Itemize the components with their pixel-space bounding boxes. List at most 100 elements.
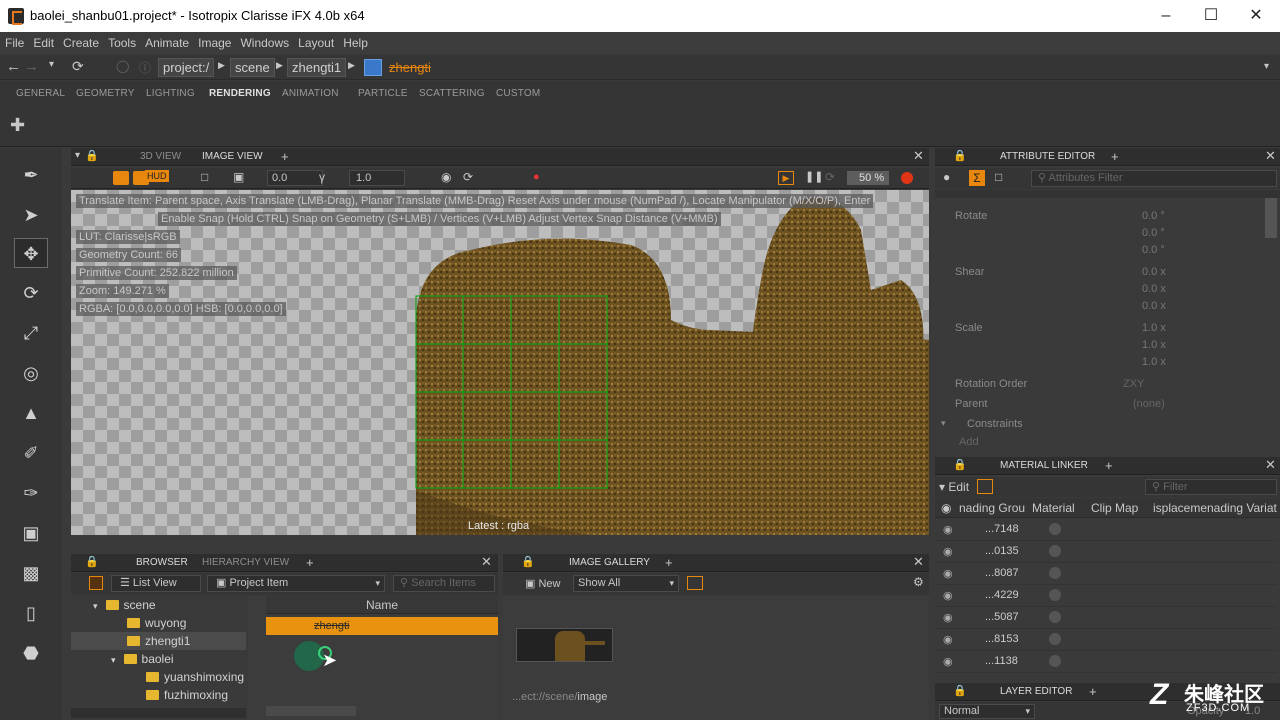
maximize-icon[interactable]: ☐ <box>1201 6 1221 26</box>
eye-icon[interactable]: ◉ <box>943 611 953 624</box>
menu-file[interactable]: File <box>0 32 28 52</box>
tree-scrollbar[interactable] <box>71 708 246 718</box>
exposure-field[interactable]: 0.0 <box>267 170 323 186</box>
eye-icon[interactable]: ◉ <box>943 633 953 646</box>
scale-tool-icon[interactable]: ⤢ <box>14 318 48 348</box>
rotate-tool-icon[interactable]: ⟳ <box>14 278 48 308</box>
search-input[interactable]: ⚲ Search Items <box>393 575 495 592</box>
linker-row[interactable]: ◉ ...4229 <box>937 585 1277 607</box>
new-image-button[interactable]: ▣ New <box>525 577 560 590</box>
select-tool-icon[interactable]: ➤ <box>14 200 48 230</box>
attribute-splitter[interactable] <box>935 190 1280 198</box>
shelf-grip-icon[interactable]: ✚ <box>10 115 25 136</box>
color-channels-icon[interactable]: ● <box>533 171 540 183</box>
column-displacement[interactable]: isplaceme <box>1153 501 1207 515</box>
linker-mode-icon[interactable] <box>977 479 993 494</box>
list-item-zhengti[interactable]: zhengti <box>266 617 498 635</box>
view-mode-select[interactable]: ☰ List View <box>111 575 201 592</box>
eye-icon[interactable]: ◉ <box>943 655 953 668</box>
tab-custom[interactable]: CUSTOM <box>496 88 540 99</box>
panel-menu-icon[interactable]: ▾ <box>75 150 80 161</box>
hud-toggle[interactable]: HUD <box>145 170 169 182</box>
add-tab-icon[interactable]: + <box>281 149 289 164</box>
tab-browser[interactable]: BROWSER <box>136 557 188 568</box>
address-dropdown-icon[interactable]: ▾ <box>1264 61 1269 72</box>
shear-x-field[interactable]: 0.0 x <box>1142 266 1166 278</box>
history-dropdown-icon[interactable]: ▾ <box>49 59 54 70</box>
panel-close-icon[interactable]: ✕ <box>1265 148 1276 164</box>
show-filter-select[interactable]: Show All ▾ <box>573 575 679 592</box>
history-icon[interactable]: ⟳ <box>463 170 473 184</box>
image-viewport[interactable]: Translate Item: Parent space, Axis Trans… <box>71 190 929 535</box>
tab-scattering[interactable]: SCATTERING <box>419 88 485 99</box>
material-dot-icon[interactable] <box>1049 633 1061 645</box>
minimize-icon[interactable]: – <box>1156 6 1176 26</box>
close-icon[interactable]: ✕ <box>1246 6 1266 26</box>
stamp-tool-icon[interactable]: ▲ <box>14 398 48 428</box>
add-tab-icon[interactable]: + <box>1105 458 1113 473</box>
edit-menu[interactable]: ▾ Edit <box>939 480 969 494</box>
eye-icon[interactable]: ◉ <box>943 523 953 536</box>
image-thumbnail[interactable] <box>516 628 613 662</box>
linker-row[interactable]: ◉ ...1138 <box>937 651 1277 673</box>
eye-icon[interactable]: ◉ <box>943 567 953 580</box>
eye-icon[interactable]: ◉ <box>943 589 953 602</box>
add-constraint-field[interactable]: Add <box>959 436 979 448</box>
filter-select[interactable]: ▣ Project Item ▾ <box>207 575 385 592</box>
eyedropper-tool-icon[interactable]: ✒ <box>14 160 48 190</box>
menu-tools[interactable]: Tools <box>103 32 140 52</box>
attributes-filter-input[interactable]: ⚲ Attributes Filter <box>1031 170 1277 187</box>
material-dot-icon[interactable] <box>1049 611 1061 623</box>
lock-icon[interactable]: ◯ <box>116 59 129 73</box>
column-material[interactable]: Material <box>1032 501 1075 515</box>
linker-row[interactable]: ◉ ...0135 <box>937 541 1277 563</box>
menu-image[interactable]: Image <box>193 32 235 52</box>
blend-mode-select[interactable]: Normal ▾ <box>939 704 1035 719</box>
menu-layout[interactable]: Layout <box>293 32 338 52</box>
render-toggle-icon[interactable] <box>113 171 129 185</box>
panel-lock-icon[interactable]: 🔒 <box>521 555 535 568</box>
zoom-field[interactable]: 50 % <box>847 171 889 185</box>
current-item-label[interactable]: zhengti <box>389 60 431 75</box>
panel-close-icon[interactable]: ✕ <box>913 554 924 570</box>
add-tab-icon[interactable]: + <box>665 555 673 570</box>
restart-icon[interactable]: ⟳ <box>825 170 835 184</box>
panel-lock-icon[interactable]: 🔒 <box>85 555 99 568</box>
manipulator-grid[interactable] <box>415 295 615 495</box>
menu-animate[interactable]: Animate <box>140 32 193 52</box>
render-region-tool-icon[interactable]: ⬣ <box>14 638 48 668</box>
material-dot-icon[interactable] <box>1049 589 1061 601</box>
paint-tool-icon[interactable]: ✐ <box>14 438 48 468</box>
breadcrumb-scene[interactable]: scene <box>230 58 275 77</box>
eye-icon[interactable]: ◉ <box>943 545 953 558</box>
fit-tool-icon[interactable]: ▩ <box>14 558 48 588</box>
tree-item-baolei[interactable]: ▾ baolei <box>111 650 174 668</box>
display-icon[interactable]: □ <box>201 170 208 184</box>
exposure-icon[interactable]: ▣ <box>233 170 244 184</box>
gamma-icon[interactable]: γ <box>319 170 325 184</box>
add-tab-icon[interactable]: + <box>306 555 314 570</box>
tab-geometry[interactable]: GEOMETRY <box>76 88 135 99</box>
linker-row[interactable]: ◉ ...8087 <box>937 563 1277 585</box>
list-scrollbar[interactable] <box>266 706 356 716</box>
back-icon[interactable]: ← <box>6 58 21 75</box>
gamma-field[interactable]: 1.0 <box>349 170 405 186</box>
camera-icon[interactable]: ◉ <box>441 170 451 184</box>
scale-x-field[interactable]: 1.0 x <box>1142 322 1166 334</box>
menu-edit[interactable]: Edit <box>28 32 58 52</box>
linker-row[interactable]: ◉ ...8153 <box>937 629 1277 651</box>
tab-general[interactable]: GENERAL <box>16 88 65 99</box>
tree-item-scene[interactable]: ▾ scene <box>93 596 156 614</box>
panel-lock-icon[interactable]: 🔒 <box>953 684 967 697</box>
panel-lock-icon[interactable]: 🔒 <box>953 149 967 162</box>
info-icon[interactable]: ⓘ <box>139 59 151 76</box>
refresh-icon[interactable]: ⟳ <box>72 58 84 75</box>
tab-image-view[interactable]: IMAGE VIEW <box>202 151 263 162</box>
material-dot-icon[interactable] <box>1049 655 1061 667</box>
menu-windows[interactable]: Windows <box>235 32 293 52</box>
menu-help[interactable]: Help <box>338 32 372 52</box>
linker-filter-input[interactable]: ⚲ Filter <box>1145 479 1277 495</box>
material-dot-icon[interactable] <box>1049 567 1061 579</box>
rotate-y-field[interactable]: 0.0 ° <box>1142 227 1165 239</box>
play-render-icon[interactable]: ▶ <box>778 171 794 185</box>
